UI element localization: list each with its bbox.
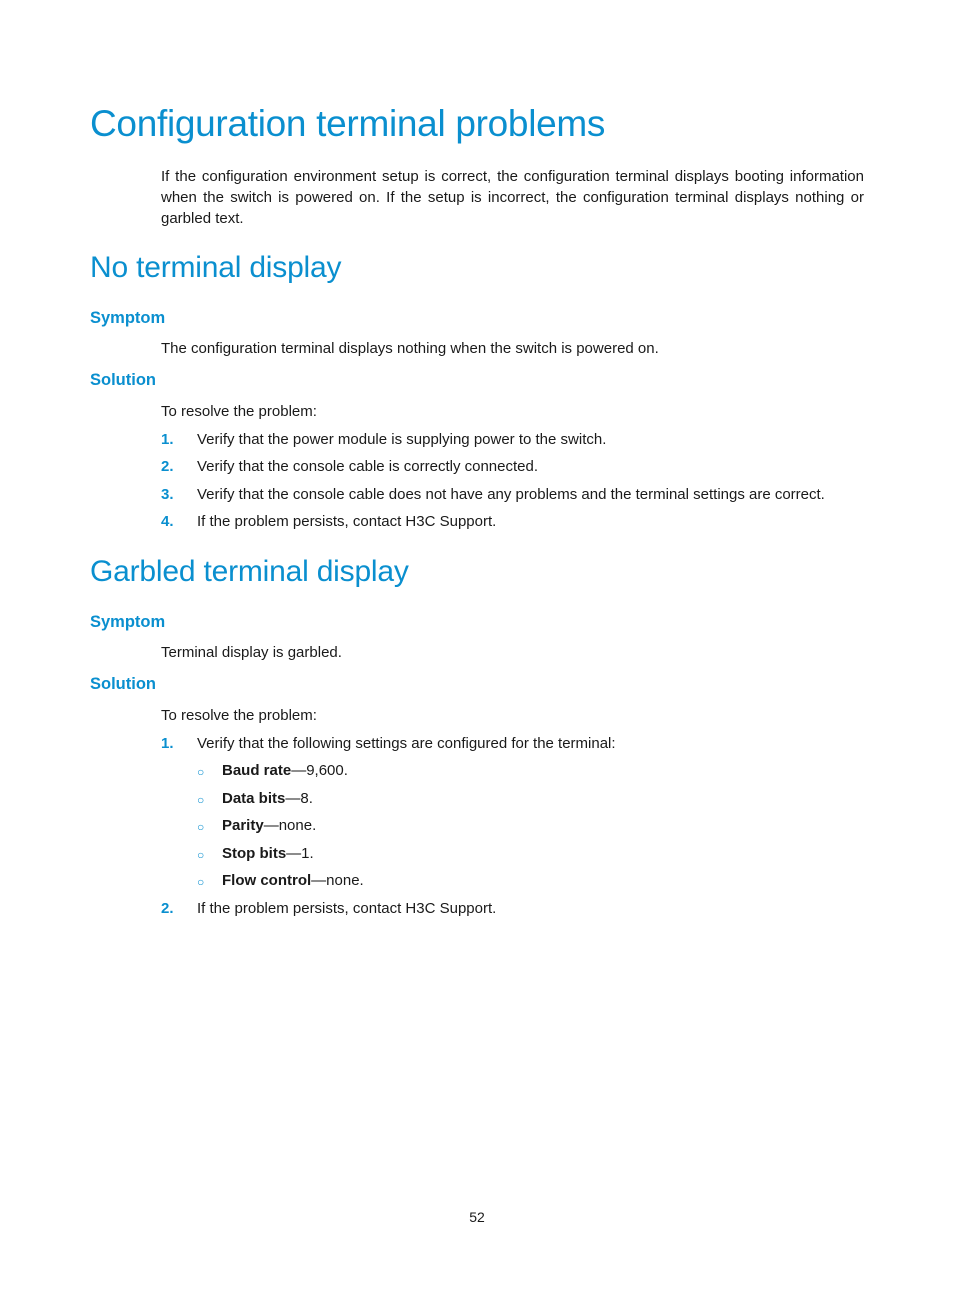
section-heading-no-terminal-display: No terminal display — [90, 251, 342, 284]
step-number: 1. — [161, 431, 174, 448]
bullet-icon: ○ — [197, 848, 205, 862]
document-page: Configuration terminal problems If the c… — [0, 0, 954, 1294]
step-number: 4. — [161, 513, 174, 530]
step-text: If the problem persists, contact H3C Sup… — [197, 900, 497, 917]
step-number: 1. — [161, 735, 174, 752]
page-number: 52 — [469, 1209, 485, 1225]
solution-heading: Solution — [90, 371, 156, 389]
bullet-icon: ○ — [197, 793, 205, 807]
symptom-heading: Symptom — [90, 309, 166, 327]
setting-item: Data bits—8. — [222, 789, 313, 809]
setting-item: Baud rate—9,600. — [222, 761, 348, 781]
step-number: 2. — [161, 458, 174, 475]
section-heading-garbled-terminal-display: Garbled terminal display — [90, 555, 409, 588]
setting-item: Parity—none. — [222, 816, 316, 836]
solution-heading: Solution — [90, 675, 156, 693]
bullet-icon: ○ — [197, 875, 205, 889]
step-text: Verify that the console cable does not h… — [197, 486, 825, 503]
setting-name: Parity — [222, 817, 264, 834]
setting-value: —1. — [286, 845, 314, 862]
bullet-icon: ○ — [197, 820, 205, 834]
symptom-heading: Symptom — [90, 613, 166, 631]
setting-name: Data bits — [222, 790, 286, 807]
symptom-text: The configuration terminal displays noth… — [161, 340, 659, 357]
bullet-icon: ○ — [197, 765, 205, 779]
setting-name: Baud rate — [222, 762, 292, 779]
intro-paragraph: If the configuration environment setup i… — [161, 168, 864, 227]
setting-item: Flow control—none. — [222, 871, 364, 891]
step-text: Verify that the following settings are c… — [197, 735, 616, 752]
setting-value: —8. — [285, 790, 313, 807]
solution-intro: To resolve the problem: — [161, 403, 317, 420]
step-text: Verify that the console cable is correct… — [197, 458, 539, 475]
setting-value: —none. — [311, 872, 364, 889]
step-text: If the problem persists, contact H3C Sup… — [197, 513, 497, 530]
solution-intro: To resolve the problem: — [161, 707, 317, 724]
setting-name: Flow control — [222, 872, 312, 889]
setting-value: —9,600. — [291, 762, 348, 779]
step-number: 3. — [161, 486, 174, 503]
setting-value: —none. — [263, 817, 317, 834]
setting-item: Stop bits—1. — [222, 844, 314, 864]
page-title: Configuration terminal problems — [90, 103, 606, 144]
setting-name: Stop bits — [222, 845, 287, 862]
step-text: Verify that the power module is supplyin… — [197, 431, 607, 448]
step-number: 2. — [161, 900, 174, 917]
symptom-text: Terminal display is garbled. — [161, 644, 342, 661]
